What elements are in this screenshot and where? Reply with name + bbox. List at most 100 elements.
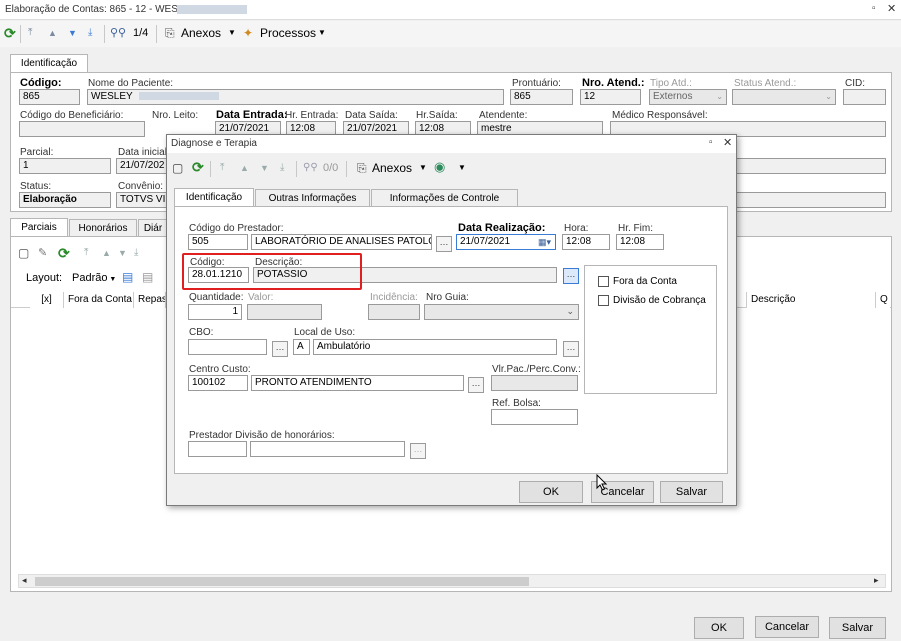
dialog-ok-button[interactable]: OK [519,481,583,503]
cbo-lookup-button[interactable]: … [272,341,288,357]
divisao-cobranca-checkbox[interactable] [598,295,609,306]
prest-div-name-field[interactable] [250,441,405,457]
processos-button[interactable]: Processos [260,23,316,43]
last-record-icon[interactable]: ⤓ [134,243,138,263]
scroll-thumb[interactable] [35,577,529,586]
quantidade-field[interactable]: 1 [188,304,242,320]
layout-icon[interactable]: ▤ [142,270,153,284]
first-record-icon[interactable]: ⤒ [220,158,224,178]
prest-div-lookup-button[interactable]: … [410,443,426,459]
prestador-name-field[interactable]: LABORATÓRIO DE ANALISES PATOLOGI [251,234,432,250]
local-uso-name-field[interactable]: Ambulatório [313,339,557,355]
padrao-dropdown[interactable]: Padrão ▼ [72,272,116,284]
codigo-field[interactable]: 865 [19,89,80,105]
first-record-icon[interactable]: ⤒ [28,23,32,43]
anexos-button[interactable]: Anexos [181,23,221,43]
prestador-code-field[interactable]: 505 [188,234,248,250]
scroll-left-icon[interactable]: ◂ [22,575,27,586]
cancel-button[interactable]: Cancelar [755,616,819,638]
save-button[interactable]: Salvar [829,617,886,639]
vlr-pac-field[interactable] [491,375,578,391]
col-header-q[interactable]: Q [876,292,890,308]
parcial-field[interactable]: 1 [19,158,111,174]
prestador-lookup-button[interactable]: … [436,236,452,252]
convenio-field[interactable]: TOTVS VID [116,192,170,208]
new-icon[interactable]: ▢ [172,158,183,178]
ok-button[interactable]: OK [694,617,744,639]
new-icon[interactable]: ▢ [18,243,29,263]
atend-field[interactable]: 12 [580,89,641,105]
processos-dropdown-icon[interactable]: ▼ [318,23,326,43]
tab-parciais[interactable]: Parciais [10,218,68,237]
hr-fim-field[interactable]: 12:08 [616,234,664,250]
cid-field[interactable] [843,89,886,105]
anexos-dropdown-icon[interactable]: ▼ [419,158,427,178]
binoculars-icon[interactable]: ⚲⚲ [303,158,318,178]
right-row3-field[interactable] [735,158,886,174]
col-header-x[interactable]: [x] [30,292,64,308]
dialog-tab-identificacao[interactable]: Identificação [174,188,254,207]
nro-guia-select[interactable]: ⌄ [424,304,579,320]
right-row4-field[interactable] [735,192,886,208]
local-uso-code-field[interactable]: A [293,339,310,355]
attachment-icon[interactable]: ⎘ [165,23,175,43]
anexos-dropdown-icon[interactable]: ▼ [228,23,236,43]
refresh-icon[interactable]: ⟳ [192,157,204,177]
next-record-icon[interactable]: ▼ [118,243,127,263]
refresh-icon[interactable]: ⟳ [58,243,70,263]
prev-record-icon[interactable]: ▲ [240,158,249,178]
centro-custo-code-field[interactable]: 100102 [188,375,248,391]
status-atend-select[interactable]: ⌄ [732,89,836,105]
dialog-tab-outras-informacoes[interactable]: Outras Informações [255,189,370,207]
close-icon[interactable]: ✕ [887,2,896,15]
centro-custo-lookup-button[interactable]: … [468,377,484,393]
col-header-descricao[interactable]: Descrição [746,292,876,308]
prest-div-code-field[interactable] [188,441,247,457]
centro-custo-name-field[interactable]: PRONTO ATENDIMENTO [251,375,464,391]
calendar-icon[interactable]: ▦▾ [538,236,551,248]
dialog-close-icon[interactable]: ✕ [723,136,732,149]
processos-icon[interactable]: ✦ [243,23,253,43]
globe-dropdown-icon[interactable]: ▼ [458,158,466,178]
tab-honorarios[interactable]: Honorários [69,219,137,237]
prontuario-field[interactable]: 865 [510,89,573,105]
dialog-restore-icon[interactable]: ▫ [709,137,713,148]
horizontal-scrollbar[interactable]: ◂ ▸ [18,574,886,588]
status-field[interactable]: Elaboração [19,192,111,208]
tab-diarias[interactable]: Diár [138,219,168,237]
dialog-save-button[interactable]: Salvar [660,481,723,503]
ref-bolsa-field[interactable] [491,409,578,425]
last-record-icon[interactable]: ⤓ [280,158,284,178]
prev-record-icon[interactable]: ▲ [48,23,57,43]
scroll-right-icon[interactable]: ▸ [874,575,879,586]
layout-save-icon[interactable]: ▤ [122,270,133,284]
refresh-icon[interactable]: ⟳ [4,23,16,43]
dialog-tab-informacoes-controle[interactable]: Informações de Controle [371,189,518,207]
incidencia-field[interactable] [368,304,420,320]
hora-field[interactable]: 12:08 [562,234,610,250]
fora-conta-checkbox[interactable] [598,276,609,287]
binoculars-icon[interactable]: ⚲⚲ [110,23,126,43]
dialog-anexos-button[interactable]: Anexos [372,158,412,178]
tab-identificacao[interactable]: Identificação [10,54,88,73]
last-record-icon[interactable]: ⤓ [88,23,92,43]
cbo-field[interactable] [188,339,267,355]
data-realizacao-field[interactable]: 21/07/2021 ▦▾ [456,234,556,250]
edit-icon[interactable]: ✎ [38,243,47,263]
col-header-repasse[interactable]: Repass [134,292,166,308]
paciente-field[interactable]: WESLEY [87,89,504,105]
valor-field[interactable] [247,304,322,320]
benef-field[interactable] [19,121,145,137]
attachment-icon[interactable]: ⎘ [357,158,367,178]
local-uso-lookup-button[interactable]: … [563,341,579,357]
next-record-icon[interactable]: ▼ [260,158,269,178]
descricao-lookup-button[interactable]: … [563,268,579,284]
data-inicial-field[interactable]: 21/07/202 [116,158,170,174]
next-record-icon[interactable]: ▼ [68,23,77,43]
col-header-fora-conta[interactable]: Fora da Conta [64,292,134,308]
first-record-icon[interactable]: ⤒ [84,243,88,263]
prev-record-icon[interactable]: ▲ [102,243,111,263]
globe-icon[interactable]: ◉ [434,157,445,177]
restore-icon[interactable]: ▫ [872,3,876,14]
tipo-atd-select[interactable]: Externos ⌄ [649,89,727,105]
